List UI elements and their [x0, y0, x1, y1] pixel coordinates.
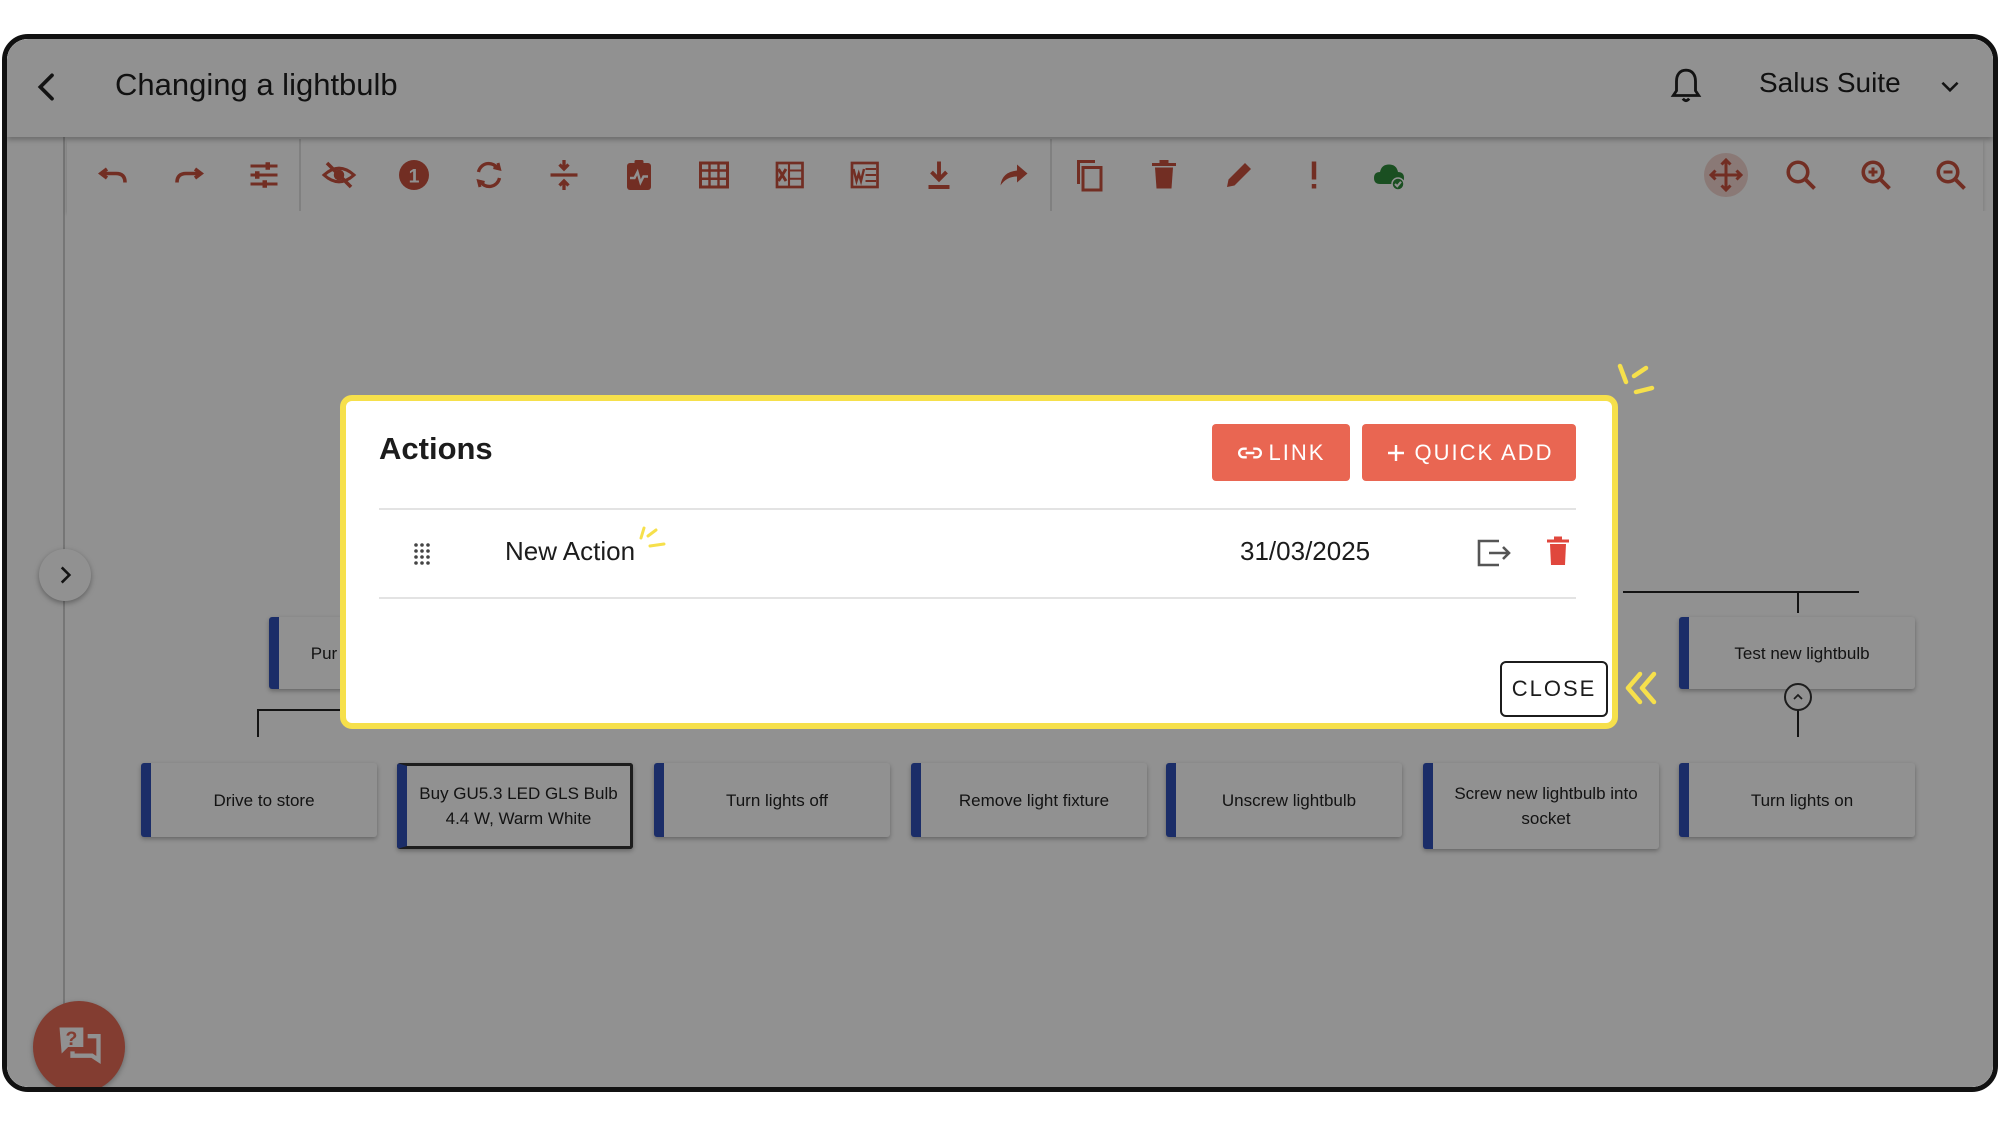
action-name[interactable]: New Action [505, 536, 635, 567]
open-action-icon[interactable] [1475, 535, 1513, 571]
drag-handle-icon[interactable] [412, 541, 432, 567]
highlight-sparkle-icon [1617, 363, 1655, 395]
link-button[interactable]: LINK [1212, 424, 1350, 481]
quick-add-button[interactable]: QUICK ADD [1362, 424, 1576, 481]
highlight-sparkle-icon [639, 526, 666, 548]
link-icon [1237, 446, 1262, 459]
close-button[interactable]: CLOSE [1500, 661, 1608, 717]
plus-icon [1388, 444, 1405, 461]
action-row[interactable]: New Action 31/03/2025 [379, 509, 1576, 597]
double-chevron-left-icon [1625, 671, 1657, 705]
scroll-indicator [1005, 1087, 1053, 1090]
link-button-label: LINK [1268, 439, 1326, 465]
actions-dialog: Actions LINK QUICK ADD New Action 31/03/… [340, 395, 1618, 729]
dialog-title: Actions [379, 431, 493, 466]
dialog-divider [379, 597, 1576, 599]
action-due-date: 31/03/2025 [1240, 536, 1371, 566]
quick-add-button-label: QUICK ADD [1414, 439, 1554, 465]
delete-action-icon[interactable] [1545, 535, 1571, 567]
